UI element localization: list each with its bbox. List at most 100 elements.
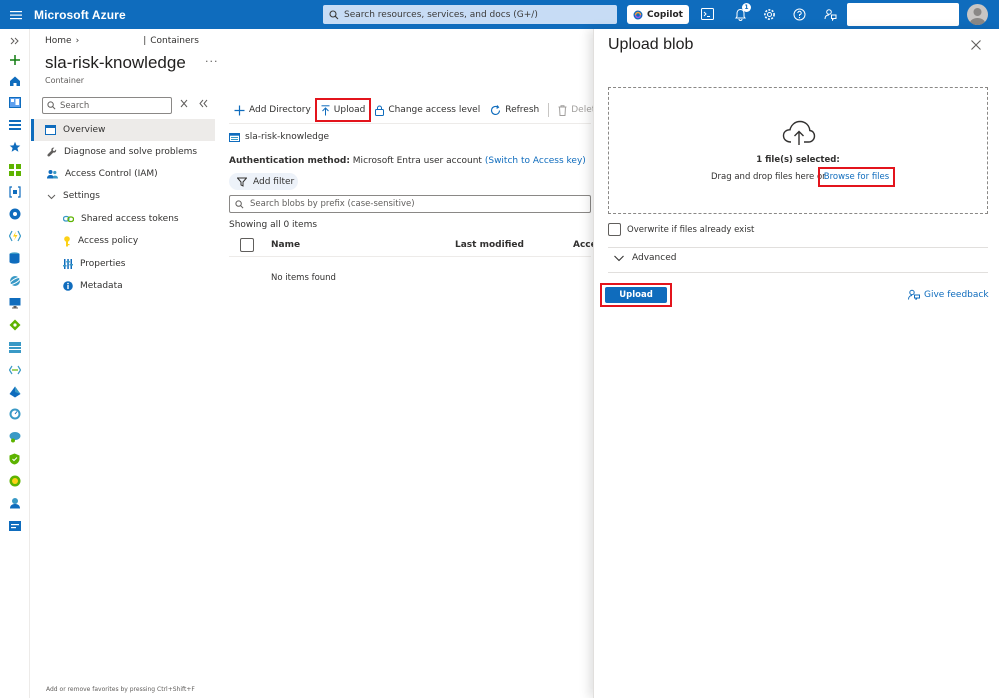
page-subtitle: Container bbox=[45, 76, 85, 85]
copilot-label: Copilot bbox=[647, 9, 683, 20]
container-path-label[interactable]: sla-risk-knowledge bbox=[245, 132, 329, 142]
column-last-modified[interactable]: Last modified bbox=[455, 240, 524, 250]
entra-id-icon[interactable] bbox=[8, 385, 21, 398]
account-info[interactable] bbox=[847, 3, 959, 26]
trash-icon bbox=[558, 104, 567, 116]
advanced-section-toggle[interactable]: Advanced bbox=[614, 253, 676, 263]
sql-database-icon[interactable] bbox=[8, 251, 21, 264]
container-icon bbox=[229, 132, 240, 142]
search-icon bbox=[235, 199, 244, 208]
global-search-placeholder: Search resources, services, and docs (G+… bbox=[344, 9, 538, 20]
create-resource-icon[interactable] bbox=[8, 53, 21, 66]
function-app-icon[interactable] bbox=[8, 229, 21, 242]
copilot-button[interactable]: Copilot bbox=[627, 5, 689, 24]
wrench-icon bbox=[47, 147, 57, 157]
command-bar: Add Directory Upload Change access level… bbox=[229, 97, 606, 123]
menu-group-settings[interactable]: Settings bbox=[31, 185, 215, 207]
upload-toolbar-button[interactable]: Upload bbox=[314, 98, 372, 122]
resource-groups-icon[interactable] bbox=[8, 185, 21, 198]
avatar[interactable] bbox=[967, 4, 988, 25]
change-access-level-button[interactable]: Change access level bbox=[370, 99, 485, 121]
feedback-icon[interactable] bbox=[822, 6, 838, 22]
blob-search-input[interactable]: Search blobs by prefix (case-sensitive) bbox=[229, 195, 591, 213]
advanced-label: Advanced bbox=[632, 253, 677, 263]
load-balancer-icon[interactable] bbox=[8, 318, 21, 331]
dashboard-icon[interactable] bbox=[8, 96, 21, 109]
overwrite-option[interactable]: Overwrite if files already exist bbox=[608, 223, 754, 236]
upload-submit-highlight: Upload bbox=[600, 283, 672, 307]
feedback-icon bbox=[908, 289, 920, 300]
menu-item-label: Shared access tokens bbox=[81, 214, 179, 224]
select-all-checkbox[interactable] bbox=[240, 238, 254, 252]
overwrite-checkbox[interactable] bbox=[608, 223, 621, 236]
column-name[interactable]: Name bbox=[271, 240, 300, 250]
all-services-icon[interactable] bbox=[8, 118, 21, 131]
favorites-star-icon[interactable] bbox=[8, 140, 21, 153]
global-search-input[interactable]: Search resources, services, and docs (G+… bbox=[323, 5, 617, 24]
auth-method-label: Authentication method: bbox=[229, 156, 350, 166]
browse-files-link[interactable]: Browse for files bbox=[818, 167, 895, 187]
defender-icon[interactable] bbox=[8, 452, 21, 465]
breadcrumb-divider: | bbox=[143, 36, 147, 46]
help-icon[interactable] bbox=[791, 6, 807, 22]
menu-search-input[interactable]: Search bbox=[42, 97, 172, 114]
auth-method-value: Microsoft Entra user account bbox=[352, 156, 482, 166]
give-feedback-label: Give feedback bbox=[924, 289, 989, 300]
more-options-icon[interactable]: ··· bbox=[205, 55, 219, 68]
key-icon bbox=[64, 235, 70, 246]
virtual-machines-icon[interactable] bbox=[8, 296, 21, 309]
toolbar-divider bbox=[229, 123, 591, 124]
menu-item-access-control[interactable]: Access Control (IAM) bbox=[31, 163, 215, 185]
breadcrumb-containers[interactable]: Containers bbox=[150, 36, 199, 46]
all-resources-icon[interactable] bbox=[8, 163, 21, 176]
toolbar-separator bbox=[548, 103, 550, 117]
subscriptions-icon[interactable] bbox=[8, 519, 21, 532]
add-directory-label: Add Directory bbox=[249, 105, 311, 115]
breadcrumb-home[interactable]: Home bbox=[45, 36, 72, 46]
cost-management-icon[interactable] bbox=[8, 474, 21, 487]
switch-access-key-link[interactable]: (Switch to Access key) bbox=[485, 156, 586, 166]
menu-item-overview[interactable]: Overview bbox=[31, 119, 215, 141]
refresh-button[interactable]: Refresh bbox=[485, 99, 544, 121]
menu-icon[interactable] bbox=[10, 9, 22, 21]
notifications-icon[interactable]: 1 bbox=[732, 3, 751, 22]
menu-item-diagnose[interactable]: Diagnose and solve problems bbox=[31, 141, 215, 163]
settings-gear-icon[interactable] bbox=[761, 6, 777, 22]
brand-name[interactable]: Microsoft Azure bbox=[34, 8, 126, 22]
properties-icon bbox=[63, 259, 73, 269]
expand-menu-icon[interactable] bbox=[8, 34, 21, 47]
monitor-icon[interactable] bbox=[8, 407, 21, 420]
home-icon[interactable] bbox=[8, 74, 21, 87]
virtual-networks-icon[interactable] bbox=[8, 363, 21, 376]
panel-title: Upload blob bbox=[608, 36, 694, 53]
cosmos-db-icon[interactable] bbox=[8, 274, 21, 287]
upload-icon bbox=[321, 104, 330, 115]
close-icon[interactable] bbox=[970, 39, 982, 51]
chevron-down-icon bbox=[614, 255, 624, 261]
menu-item-properties[interactable]: Properties bbox=[31, 253, 215, 275]
blob-table-header: Name Last modified Acce bbox=[229, 235, 597, 257]
menu-item-label: Properties bbox=[80, 259, 126, 269]
refresh-icon bbox=[491, 104, 501, 115]
menu-item-label: Overview bbox=[63, 125, 106, 135]
help-support-icon[interactable] bbox=[8, 496, 21, 509]
give-feedback-link[interactable]: Give feedback bbox=[908, 289, 989, 300]
file-drop-zone[interactable]: 1 file(s) selected: Drag and drop files … bbox=[608, 87, 988, 214]
menu-item-metadata[interactable]: Metadata bbox=[31, 275, 215, 297]
collapse-menu-icon[interactable] bbox=[199, 99, 208, 111]
favorites-hint: Add or remove favorites by pressing Ctrl… bbox=[46, 686, 195, 693]
upload-submit-button[interactable]: Upload bbox=[605, 287, 667, 303]
app-services-icon[interactable] bbox=[8, 207, 21, 220]
advisor-icon[interactable] bbox=[8, 430, 21, 443]
add-filter-button[interactable]: Add filter bbox=[229, 173, 298, 190]
menu-item-shared-access-tokens[interactable]: Shared access tokens bbox=[31, 208, 215, 230]
cloud-upload-icon bbox=[782, 120, 816, 145]
lock-icon bbox=[375, 105, 385, 116]
storage-accounts-icon[interactable] bbox=[8, 341, 21, 354]
add-directory-button[interactable]: Add Directory bbox=[229, 99, 316, 121]
overwrite-label: Overwrite if files already exist bbox=[627, 224, 755, 235]
cloud-shell-icon[interactable] bbox=[699, 6, 715, 22]
menu-item-access-policy[interactable]: Access policy bbox=[31, 230, 215, 252]
clear-filter-icon[interactable] bbox=[180, 99, 188, 111]
items-count: Showing all 0 items bbox=[229, 220, 318, 230]
